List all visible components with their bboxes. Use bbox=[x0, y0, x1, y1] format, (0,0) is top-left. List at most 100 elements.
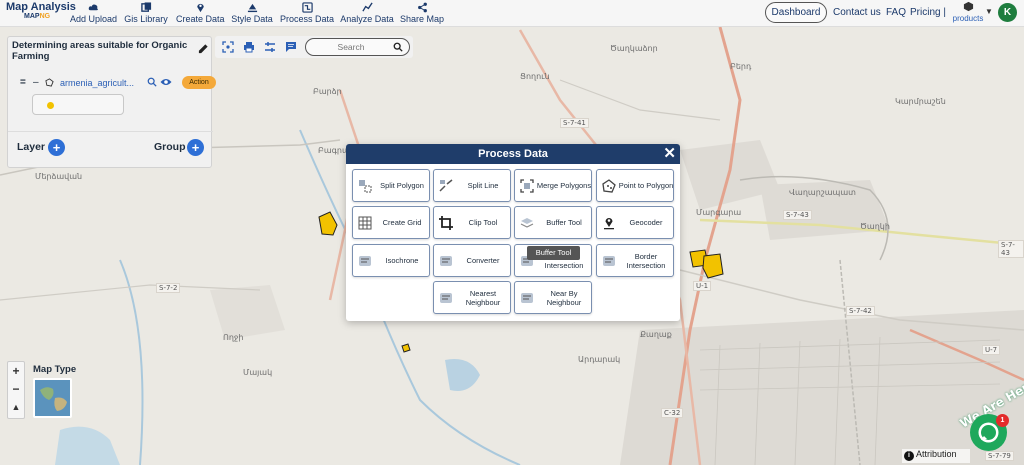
create-grid-button[interactable]: Create Grid bbox=[352, 206, 430, 239]
search-input[interactable] bbox=[312, 41, 390, 53]
border-intersection-button[interactable]: Border Intersection bbox=[596, 244, 674, 277]
tool-label: Geocoder bbox=[629, 218, 663, 227]
compass-icon[interactable]: ▲ bbox=[8, 398, 24, 416]
add-layer-button[interactable]: + bbox=[48, 139, 65, 156]
products-menu[interactable]: products bbox=[950, 1, 986, 23]
attribution-button[interactable]: i Attribution bbox=[902, 449, 970, 463]
converter-icon bbox=[439, 254, 453, 268]
road-label: S-7-43 bbox=[783, 210, 812, 220]
legend-swatch bbox=[47, 102, 54, 109]
nav-label: Create Data bbox=[176, 14, 225, 24]
polygon-icon bbox=[45, 78, 54, 89]
zoom-out-button[interactable]: − bbox=[8, 380, 24, 398]
process-icon bbox=[280, 2, 334, 14]
compare-icon[interactable] bbox=[264, 41, 276, 53]
place-label: Ողջի bbox=[223, 333, 244, 342]
chevron-down-icon[interactable]: ▼ bbox=[985, 7, 993, 29]
nearest-neighbour-button[interactable]: Nearest Neighbour bbox=[433, 281, 511, 314]
layer-row[interactable]: = – armenia_agricult... Action bbox=[20, 76, 216, 91]
road-label: S-7-43 bbox=[998, 240, 1024, 258]
road-label: S-7-2 bbox=[156, 283, 181, 293]
clip-tool-button[interactable]: Clip Tool bbox=[433, 206, 511, 239]
map-pin-icon bbox=[176, 2, 224, 14]
converter-button[interactable]: Converter bbox=[433, 244, 511, 277]
app-logo[interactable]: Map Analysis MAPNG bbox=[6, 1, 76, 20]
close-icon[interactable]: ✕ bbox=[663, 145, 676, 162]
nearby-neighbour-icon bbox=[520, 291, 534, 305]
point-to-polygon-button[interactable]: Point to Polygon bbox=[596, 169, 674, 202]
nav-add-upload[interactable]: Add Upload bbox=[70, 2, 118, 26]
split-polygon-button[interactable]: Split Polygon bbox=[352, 169, 430, 202]
tool-label: Create Grid bbox=[382, 218, 422, 227]
drag-handle-icon[interactable]: = bbox=[20, 77, 26, 88]
nav-gis-library[interactable]: Gis Library bbox=[124, 2, 168, 26]
dashboard-button[interactable]: Dashboard bbox=[765, 2, 827, 23]
contact-link[interactable]: Contact us bbox=[833, 7, 881, 29]
geocoder-button[interactable]: Geocoder bbox=[596, 206, 674, 239]
layer-name[interactable]: armenia_agricult... bbox=[60, 78, 134, 88]
nav-process-data[interactable]: Process Data bbox=[280, 2, 334, 26]
place-label: Արդարակ bbox=[578, 355, 621, 364]
place-label: Բարձր bbox=[313, 87, 342, 96]
isochrone-icon bbox=[358, 254, 372, 268]
info-icon: i bbox=[904, 451, 914, 461]
zoom-to-layer-icon[interactable] bbox=[147, 77, 157, 89]
dialog-header: Process Data ✕ bbox=[346, 144, 680, 164]
nav-create-data[interactable]: Create Data bbox=[176, 2, 225, 26]
nearby-neighbour-button[interactable]: Near By Neighbour bbox=[514, 281, 592, 314]
buffer-tool-tooltip: Buffer Tool bbox=[527, 246, 580, 260]
merge-polygons-button[interactable]: Merge Polygons bbox=[514, 169, 592, 202]
zoom-control: + − ▲ bbox=[7, 361, 25, 419]
map-type-label: Map Type bbox=[33, 364, 77, 375]
road-label: S-7-79 bbox=[985, 451, 1014, 461]
buffer-tool-button[interactable]: Buffer Tool bbox=[514, 206, 592, 239]
road-label: U-7 bbox=[982, 345, 1001, 355]
road-label: C-32 bbox=[661, 408, 684, 418]
nav-label: Share Map bbox=[400, 14, 445, 24]
place-label: Մերձավան bbox=[35, 172, 83, 181]
map-type-thumbnail[interactable] bbox=[33, 378, 72, 418]
tool-label: Border Intersection bbox=[626, 251, 666, 270]
tool-label: Point to Polygon bbox=[618, 181, 674, 190]
collapse-icon[interactable]: – bbox=[33, 77, 39, 88]
nav-label: Add Upload bbox=[70, 14, 118, 24]
style-icon bbox=[231, 2, 273, 14]
comment-icon[interactable] bbox=[285, 41, 297, 53]
crop-icon bbox=[439, 216, 453, 230]
process-data-dialog: Process Data ✕ Split Polygon Split Line … bbox=[346, 144, 680, 321]
pricing-link[interactable]: Pricing | bbox=[910, 7, 946, 29]
print-icon[interactable] bbox=[243, 41, 255, 53]
group-section-label: Group bbox=[154, 141, 186, 153]
focus-icon[interactable] bbox=[222, 41, 234, 53]
add-group-button[interactable]: + bbox=[187, 139, 204, 156]
road-label: S-7-42 bbox=[846, 306, 875, 316]
merge-polygons-icon bbox=[520, 179, 534, 193]
nearest-neighbour-icon bbox=[439, 291, 453, 305]
analyze-icon bbox=[340, 2, 394, 14]
nav-share-map[interactable]: Share Map bbox=[400, 2, 444, 26]
cloud-upload-icon bbox=[70, 2, 116, 14]
zoom-in-button[interactable]: + bbox=[8, 362, 24, 380]
faq-link[interactable]: FAQ bbox=[886, 7, 906, 29]
search-icon[interactable] bbox=[393, 42, 403, 55]
share-icon bbox=[400, 2, 444, 14]
point-to-polygon-icon bbox=[602, 179, 616, 193]
map-search bbox=[305, 38, 410, 56]
geocoder-pin-icon bbox=[602, 216, 616, 230]
layer-action-button[interactable]: Action bbox=[182, 76, 216, 89]
split-line-button[interactable]: Split Line bbox=[433, 169, 511, 202]
layer-section-label: Layer bbox=[17, 141, 46, 153]
split-polygon-icon bbox=[358, 179, 372, 193]
nav-style-data[interactable]: Style Data bbox=[231, 2, 273, 26]
tool-label: Clip Tool bbox=[468, 218, 498, 227]
attribution-label: Attribution bbox=[916, 449, 957, 459]
visibility-eye-icon[interactable] bbox=[160, 77, 172, 89]
nav-analyze-data[interactable]: Analyze Data bbox=[340, 2, 394, 26]
top-navigation-bar: Map Analysis MAPNG Add Upload Gis Librar… bbox=[0, 0, 1024, 27]
nav-label: Analyze Data bbox=[340, 14, 394, 24]
tool-label: Near By Neighbour bbox=[546, 288, 582, 307]
logo-title: Map Analysis bbox=[6, 1, 76, 13]
isochrone-button[interactable]: Isochrone bbox=[352, 244, 430, 277]
avatar[interactable]: K bbox=[998, 3, 1017, 22]
edit-pencil-icon[interactable] bbox=[198, 43, 209, 57]
